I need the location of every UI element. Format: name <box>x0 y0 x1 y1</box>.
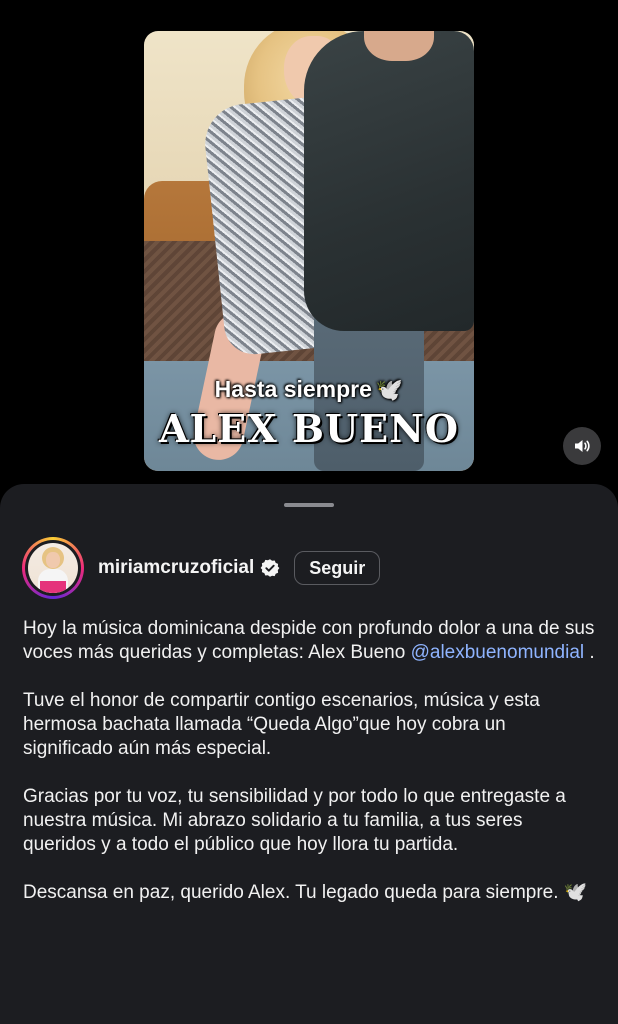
profile-row: miriamcruzoficial Seguir <box>22 537 602 599</box>
avatar <box>28 543 78 593</box>
speaker-icon <box>575 440 590 452</box>
avatar-story-ring[interactable] <box>22 537 84 599</box>
username-link[interactable]: miriamcruzoficial <box>98 557 254 579</box>
mention-link-alexbuenomundial[interactable]: @alexbuenomundial <box>411 642 585 663</box>
avatar-skirt-shape <box>40 581 66 593</box>
media-overlay-line2: ALEX BUENO <box>159 406 459 451</box>
avatar-frame <box>25 540 81 596</box>
caption-paragraph-2: Tuve el honor de compartir contigo escen… <box>23 690 540 759</box>
caption-paragraph-4: Descansa en paz, querido Alex. Tu legado… <box>23 881 598 905</box>
avatar-face-shape <box>46 552 60 568</box>
dove-emoji: 🕊️ <box>563 882 588 903</box>
media-overlay-line1: Hasta siempre 🕊️ <box>144 376 474 403</box>
screen: Hasta siempre 🕊️ ALEX BUENO miriamcruzof… <box>0 0 618 1024</box>
caption-p4-text: Descansa en paz, querido Alex. Tu legado… <box>23 882 559 903</box>
caption-paragraph-1: Hoy la música dominicana despide con pro… <box>23 617 598 665</box>
verified-badge-icon <box>260 558 280 578</box>
follow-button[interactable]: Seguir <box>294 551 381 585</box>
sound-toggle-button[interactable] <box>563 427 601 465</box>
sheet-grabber-handle[interactable] <box>284 503 334 507</box>
post-details-sheet: miriamcruzoficial Seguir Hoy la música d… <box>0 484 618 1024</box>
dove-emoji: 🕊️ <box>375 377 404 402</box>
post-media[interactable]: Hasta siempre 🕊️ ALEX BUENO <box>144 31 474 471</box>
caption-paragraph-3: Gracias por tu voz, tu sensibilidad y po… <box>23 786 566 855</box>
overlay-line1-text: Hasta siempre <box>214 376 372 402</box>
caption-p1-end: . <box>589 642 595 663</box>
post-caption: Hoy la música dominicana despide con pro… <box>23 617 598 929</box>
man-body-shape <box>304 31 474 331</box>
